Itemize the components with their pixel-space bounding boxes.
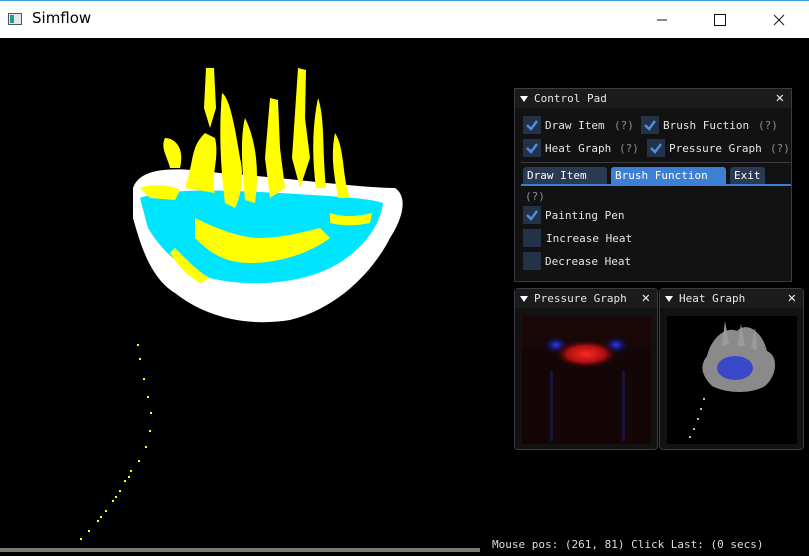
- tab-exit[interactable]: Exit: [730, 167, 765, 184]
- maximize-icon: [714, 13, 726, 26]
- particle-stream: [80, 344, 152, 540]
- tab-underline: [521, 184, 791, 186]
- control-pad-panel[interactable]: Control Pad ✕ Draw Item (?) Brush Fuctio…: [514, 88, 792, 282]
- checkmark-icon: [526, 143, 538, 154]
- minimize-icon: [657, 19, 667, 20]
- checkmark-icon: [650, 143, 662, 154]
- maximize-button[interactable]: [691, 1, 749, 38]
- heat-map-image: [667, 316, 797, 444]
- minimize-button[interactable]: [633, 1, 691, 38]
- pressure-graph-panel[interactable]: Pressure Graph ✕: [514, 288, 658, 450]
- draw-item-label: Draw Item: [545, 119, 605, 132]
- tab-draw-item[interactable]: Draw Item: [523, 167, 607, 184]
- control-pad-close-icon[interactable]: ✕: [776, 90, 784, 106]
- pressure-graph-checkbox[interactable]: [647, 139, 665, 157]
- painting-pen-label: Painting Pen: [545, 209, 625, 222]
- mouse-status-text: Mouse pos: (261, 81) Click Last: (0 secs…: [492, 538, 764, 551]
- checkmark-icon: [526, 120, 538, 131]
- collapse-triangle-icon[interactable]: [520, 95, 528, 103]
- checkmark-icon: [526, 210, 538, 221]
- close-icon: [773, 14, 785, 25]
- collapse-triangle-icon[interactable]: [665, 295, 673, 303]
- app-icon: [8, 13, 22, 25]
- window-title: Simflow: [32, 9, 92, 27]
- pressure-graph-help[interactable]: (?): [770, 142, 790, 155]
- control-pad-title: Control Pad: [534, 92, 607, 105]
- brush-fuction-help[interactable]: (?): [758, 119, 778, 132]
- pressure-graph-label: Pressure Graph: [669, 142, 762, 155]
- pressure-graph-close-icon[interactable]: ✕: [642, 290, 650, 306]
- heat-graph-checkbox[interactable]: [523, 139, 541, 157]
- draw-item-help[interactable]: (?): [614, 119, 634, 132]
- tab-brush-function[interactable]: Brush Function: [611, 167, 726, 184]
- heat-graph-panel[interactable]: Heat Graph ✕: [659, 288, 804, 450]
- heat-graph-label: Heat Graph: [545, 142, 612, 155]
- control-pad-header[interactable]: Control Pad ✕: [515, 89, 791, 108]
- decrease-heat-label: Decrease Heat: [545, 255, 632, 268]
- pressure-graph-title: Pressure Graph: [534, 292, 627, 305]
- brush-fuction-label: Brush Fuction: [663, 119, 750, 132]
- increase-heat-label: Increase Heat: [546, 232, 633, 245]
- painting-pen-checkbox[interactable]: [523, 206, 541, 224]
- close-button[interactable]: [750, 1, 808, 38]
- title-bar[interactable]: Simflow: [0, 0, 809, 38]
- pressure-heatmap-image: [522, 316, 651, 444]
- heat-graph-title: Heat Graph: [679, 292, 746, 305]
- separator: [521, 162, 791, 163]
- draw-item-checkbox[interactable]: [523, 116, 541, 134]
- collapse-triangle-icon[interactable]: [520, 295, 528, 303]
- checkmark-icon: [644, 120, 656, 131]
- brush-fuction-checkbox[interactable]: [641, 116, 659, 134]
- floor-particles: [0, 548, 480, 552]
- brush-function-help[interactable]: (?): [525, 190, 545, 203]
- heat-graph-help[interactable]: (?): [619, 142, 639, 155]
- increase-heat-checkbox[interactable]: [523, 229, 541, 247]
- heat-graph-header[interactable]: Heat Graph ✕: [660, 289, 803, 308]
- pressure-graph-header[interactable]: Pressure Graph ✕: [515, 289, 657, 308]
- decrease-heat-checkbox[interactable]: [523, 252, 541, 270]
- heat-graph-close-icon[interactable]: ✕: [788, 290, 796, 306]
